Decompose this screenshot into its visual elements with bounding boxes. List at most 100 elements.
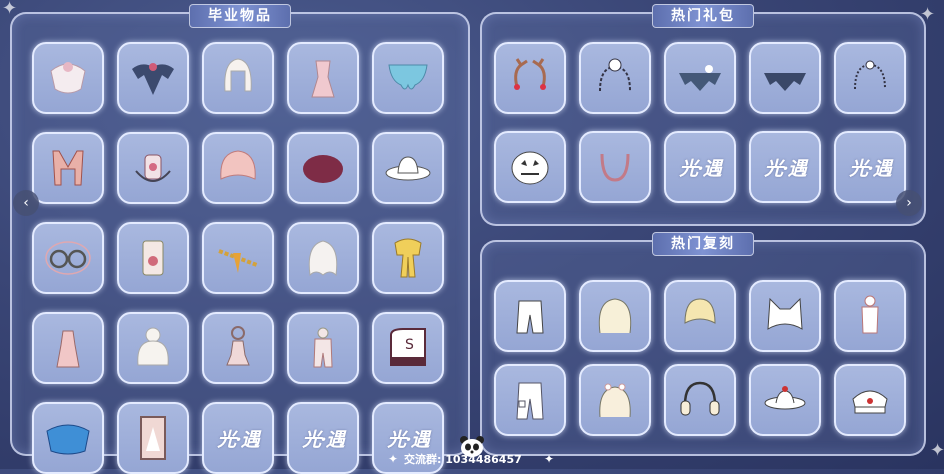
graduation-item-slot[interactable]	[32, 42, 104, 114]
graduation-item-slot[interactable]	[117, 222, 189, 294]
gift-pack-item-slot[interactable]	[494, 42, 566, 114]
glasses-icon	[45, 241, 91, 275]
reprint-item-slot[interactable]	[579, 364, 651, 436]
graduation-item-slot[interactable]	[372, 42, 444, 114]
blue-wing-cape-icon	[46, 424, 90, 455]
cargo-pants-icon	[516, 382, 544, 420]
gift-pack-item-slot[interactable]: 光·遇	[749, 131, 821, 203]
dark-cape-icon	[679, 65, 721, 91]
gift-pack-item-slot[interactable]	[749, 42, 821, 114]
reprint-item-slot[interactable]	[664, 280, 736, 352]
graduation-grid: S 光·遇 光·遇 光·遇	[32, 42, 444, 474]
reprints-panel: 热门复刻	[480, 232, 926, 456]
white-long-hair-icon	[308, 240, 338, 277]
gift-packs-grid: 光·遇 光·遇 光·遇	[494, 42, 906, 203]
curly-hair-icon	[598, 298, 632, 334]
graduation-items-panel: 毕业物品 S 光·遇 光·遇 光·遇	[10, 4, 470, 474]
gold-chain-icon	[218, 249, 258, 273]
card-prop-icon	[142, 240, 164, 276]
white-pants-icon	[516, 300, 544, 334]
white-hair-icon	[224, 58, 252, 92]
graduation-item-slot[interactable]	[202, 132, 274, 204]
bead-necklace-icon	[854, 60, 886, 90]
flower-hair-icon	[599, 383, 631, 418]
sky-logo-placeholder: 光·遇	[387, 428, 430, 451]
gift-pack-item-slot[interactable]	[494, 131, 566, 203]
white-cape-icon	[50, 62, 86, 94]
graduation-item-slot[interactable]	[32, 222, 104, 294]
next-arrow-button[interactable]: ›	[896, 190, 922, 216]
blue-cape-icon	[388, 64, 428, 90]
gift-pack-item-slot[interactable]: 光·遇	[834, 131, 906, 203]
graduation-item-slot[interactable]	[372, 222, 444, 294]
pink-outfit-icon	[311, 60, 335, 98]
graduation-item-slot[interactable]	[202, 312, 274, 384]
sky-logo-placeholder: 光·遇	[302, 428, 345, 451]
reprint-item-slot[interactable]	[834, 280, 906, 352]
panel-title-graduation: 毕业物品	[189, 4, 291, 28]
maroon-cape-icon	[303, 155, 343, 183]
reprint-item-slot[interactable]	[579, 280, 651, 352]
sparkle-decoration: ✦	[388, 452, 399, 466]
white-hat-icon	[385, 156, 431, 181]
graduation-item-slot[interactable]	[117, 312, 189, 384]
pink-dress-icon	[56, 330, 80, 368]
panel-title-reprints: 热门复刻	[652, 232, 754, 256]
graduation-item-slot[interactable]	[202, 42, 274, 114]
piano-prop-icon: S	[390, 328, 426, 366]
headphones-icon	[680, 381, 720, 416]
gift-pack-item-slot[interactable]	[664, 42, 736, 114]
community-group-text: 交流群: 1034486457	[404, 453, 522, 466]
graduation-item-slot[interactable]	[32, 402, 104, 474]
graduation-item-slot[interactable]: 光·遇	[287, 402, 359, 474]
graduation-item-slot[interactable]	[202, 222, 274, 294]
reprint-item-slot[interactable]	[664, 364, 736, 436]
gift-pack-item-slot[interactable]	[579, 42, 651, 114]
sky-logo-placeholder: 光·遇	[849, 157, 892, 180]
gift-pack-item-slot[interactable]: 光·遇	[664, 131, 736, 203]
prev-arrow-button[interactable]: ‹	[13, 190, 39, 216]
reprint-item-slot[interactable]	[494, 280, 566, 352]
graduation-item-slot[interactable]	[372, 132, 444, 204]
graduation-item-slot[interactable]	[287, 312, 359, 384]
pink-shell-cape-icon	[220, 150, 256, 180]
svg-text:S: S	[405, 337, 414, 353]
graduation-item-slot[interactable]	[117, 402, 189, 474]
graduation-item-slot[interactable]: S	[372, 312, 444, 384]
panel-title-gift-packs: 热门礼包	[652, 4, 754, 28]
pink-necklace-icon	[600, 153, 630, 182]
captain-hat-icon	[852, 390, 888, 414]
sparkle-decoration: ✦	[544, 452, 555, 466]
portrait-card-icon	[140, 416, 166, 460]
reprints-grid	[494, 280, 906, 436]
cat-ear-hair-icon	[767, 297, 803, 330]
antler-icon	[514, 58, 546, 90]
graduation-item-slot[interactable]	[32, 132, 104, 204]
graduation-item-slot[interactable]	[32, 312, 104, 384]
pumpkin-mask-icon	[511, 151, 549, 185]
sky-logo-placeholder: 光·遇	[764, 157, 807, 180]
reprint-item-slot[interactable]	[834, 364, 906, 436]
gold-scarf-icon	[394, 238, 422, 278]
boat-hat-icon	[764, 386, 806, 410]
white-suit-icon	[861, 295, 879, 334]
gear-doll-prop-icon	[226, 326, 250, 366]
gift-pack-item-slot[interactable]	[834, 42, 906, 114]
reprint-item-slot[interactable]	[494, 364, 566, 436]
dragon-mask-icon	[135, 154, 171, 182]
gift-pack-item-slot[interactable]	[579, 131, 651, 203]
red-cape-icon	[52, 150, 84, 186]
sparkle-decoration: ✦	[930, 440, 944, 461]
dark-cape-2-icon	[764, 73, 806, 91]
sky-logo-placeholder: 光·遇	[679, 157, 722, 180]
graduation-item-slot[interactable]	[117, 132, 189, 204]
white-bun-hair-icon	[137, 327, 169, 366]
graduation-item-slot[interactable]	[117, 42, 189, 114]
graduation-item-slot[interactable]	[287, 222, 359, 294]
reprint-item-slot[interactable]	[749, 280, 821, 352]
reprint-item-slot[interactable]	[749, 364, 821, 436]
graduation-item-slot[interactable]	[287, 42, 359, 114]
graduation-item-slot[interactable]	[287, 132, 359, 204]
graduation-item-slot[interactable]: 光·遇	[202, 402, 274, 474]
gift-packs-panel: 热门礼包 光·遇 光·遇 光·遇	[480, 4, 926, 226]
